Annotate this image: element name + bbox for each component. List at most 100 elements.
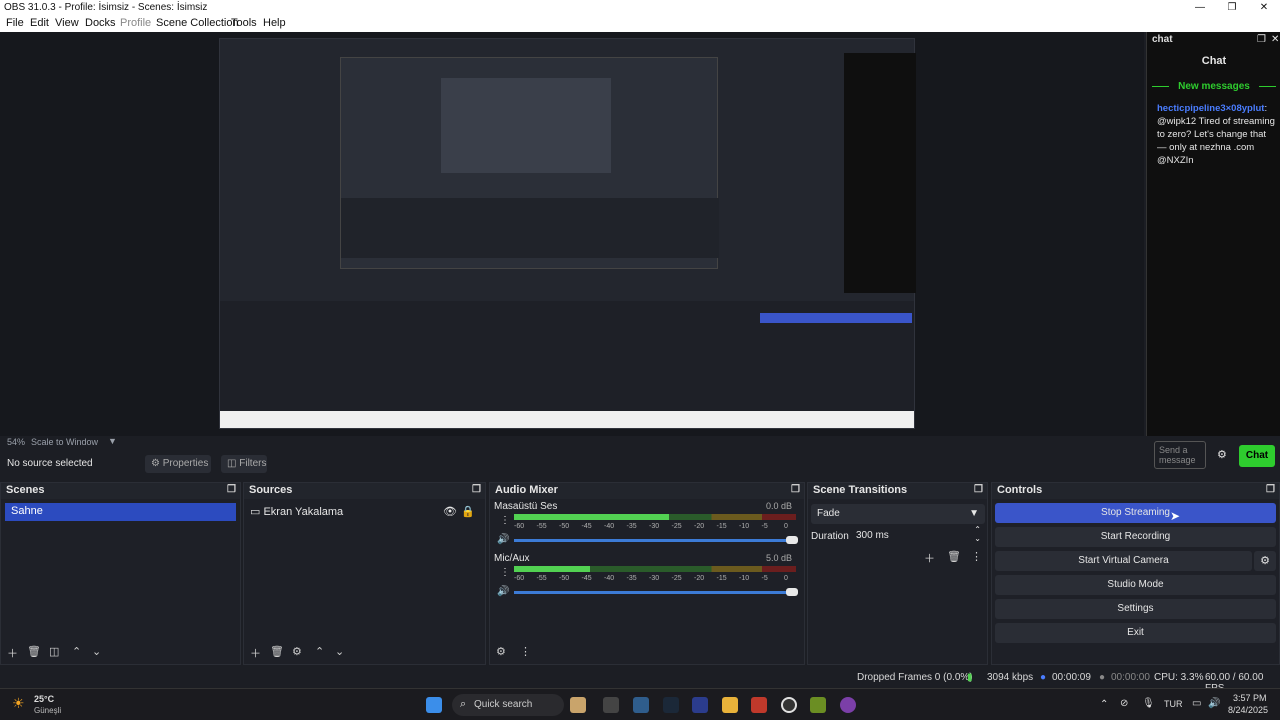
start-recording-button[interactable]: Start Recording — [995, 527, 1276, 547]
trash-icon[interactable]: 🗑 — [270, 645, 284, 658]
chevron-down-icon: ▼ — [969, 508, 979, 519]
chat-button[interactable]: Chat — [1239, 445, 1275, 467]
volume-knob[interactable] — [786, 536, 798, 544]
kebab-menu-icon[interactable]: ⋮ — [500, 515, 510, 526]
add-icon[interactable]: ＋ — [924, 550, 935, 566]
menu-tools[interactable]: Tools — [231, 17, 257, 29]
volume-icon[interactable]: 🔊 — [1208, 698, 1220, 709]
filters-icon: ◫ — [227, 458, 237, 469]
chat-username[interactable]: hecticpipeline3×08yplut — [1157, 103, 1264, 114]
undock-icon[interactable]: ❐ — [227, 484, 236, 495]
close-dock-icon[interactable]: ✕ — [1271, 34, 1279, 45]
controls-header: Controls ❐ — [992, 483, 1279, 499]
maximize-icon[interactable]: ❐ — [1216, 0, 1248, 15]
channel-name: Mic/Aux — [494, 553, 530, 564]
add-icon[interactable]: ＋ — [7, 645, 18, 661]
stepper-icon[interactable]: ⌃ ⌄ — [974, 525, 981, 543]
source-item[interactable]: ▭ Ekran Yakalama 👁 🔒 — [244, 503, 485, 521]
scale-mode[interactable]: Scale to Window — [31, 437, 98, 447]
menu-view[interactable]: View — [55, 17, 79, 29]
app-icon[interactable] — [570, 697, 586, 713]
speaker-icon[interactable]: 🔊 — [497, 534, 509, 545]
volume-slider[interactable] — [514, 539, 796, 542]
add-icon[interactable]: ＋ — [250, 645, 261, 661]
weather-temp: 25°C — [34, 694, 55, 704]
weather-icon[interactable]: ☀ — [12, 695, 25, 712]
kebab-menu-icon[interactable]: ⋮ — [971, 550, 982, 563]
chevron-down-icon[interactable]: ▼ — [108, 436, 117, 446]
undock-icon[interactable]: ❐ — [472, 484, 481, 495]
move-up-icon[interactable]: ⌃ — [315, 645, 324, 658]
obs-icon[interactable] — [781, 697, 797, 713]
filters-button[interactable]: ◫ Filters — [221, 455, 267, 473]
eye-icon[interactable]: 👁 — [443, 505, 457, 518]
chat-message: hecticpipeline3×08yplut: @wipk12 Tired o… — [1157, 103, 1275, 166]
chevron-up-icon[interactable]: ⌃ — [1100, 699, 1108, 710]
windows-start-icon[interactable] — [426, 697, 442, 713]
clock-time[interactable]: 3:57 PM — [1233, 693, 1267, 703]
chat-send-input[interactable]: Send a message — [1154, 441, 1206, 469]
virtual-camera-settings-gear-icon[interactable]: ⚙ — [1254, 551, 1276, 571]
nested-taskbar — [220, 411, 914, 428]
transition-select[interactable]: Fade ▼ — [811, 504, 985, 524]
network-icon[interactable]: ⊘ — [1120, 698, 1128, 709]
menu-profile[interactable]: Profile — [120, 17, 151, 29]
menu-edit[interactable]: Edit — [30, 17, 49, 29]
move-up-icon[interactable]: ⌃ — [72, 645, 81, 658]
taskbar-search[interactable]: ⌕ Quick search — [452, 694, 564, 716]
stop-streaming-button[interactable]: Stop Streaming — [995, 503, 1276, 523]
undock-icon[interactable]: ❐ — [1266, 484, 1275, 495]
settings-button[interactable]: Settings — [995, 599, 1276, 619]
preview-area[interactable] — [0, 32, 1144, 436]
duration-input[interactable]: 300 ms ⌃ ⌄ — [852, 525, 985, 545]
volume-knob[interactable] — [786, 588, 798, 596]
app-icon[interactable] — [751, 697, 767, 713]
trash-icon[interactable]: 🗑 — [27, 645, 41, 658]
volume-slider[interactable] — [514, 591, 796, 594]
kebab-menu-icon[interactable]: ⋮ — [520, 645, 531, 658]
after-effects-icon[interactable] — [692, 697, 708, 713]
trash-icon[interactable]: 🗑 — [947, 550, 961, 563]
mic-icon[interactable]: 🎙 — [1142, 698, 1155, 709]
studio-mode-button[interactable]: Studio Mode — [995, 575, 1276, 595]
steam-icon[interactable] — [663, 697, 679, 713]
exit-button[interactable]: Exit — [995, 623, 1276, 643]
file-explorer-icon[interactable] — [722, 697, 738, 713]
minimize-icon[interactable]: — — [1184, 0, 1216, 15]
scene-item[interactable]: Sahne — [5, 503, 236, 521]
task-view-icon[interactable] — [603, 697, 619, 713]
language-indicator[interactable]: TUR — [1164, 699, 1183, 709]
scene-transitions-panel: Scene Transitions ❐ Fade ▼ Duration 300 … — [807, 482, 988, 665]
move-down-icon[interactable]: ⌄ — [92, 645, 101, 658]
undock-icon[interactable]: ❐ — [791, 484, 800, 495]
scale-row: 54% Scale to Window ▼ — [0, 436, 1144, 448]
filters-label: Filters — [239, 458, 267, 469]
speaker-icon[interactable]: 🔊 — [497, 586, 509, 597]
audio-mixer-header: Audio Mixer ❐ — [490, 483, 804, 499]
properties-button[interactable]: ⚙ Properties — [145, 455, 211, 473]
undock-icon[interactable]: ❐ — [974, 484, 983, 495]
clock-date[interactable]: 8/24/2025 — [1228, 705, 1268, 715]
transition-selected: Fade — [817, 508, 840, 519]
filter-icon[interactable]: ◫ — [49, 645, 59, 658]
menu-docks[interactable]: Docks — [85, 17, 116, 29]
app-icon[interactable] — [633, 697, 649, 713]
menu-scene-collection[interactable]: Scene Collection — [156, 17, 239, 29]
app-icon[interactable] — [840, 697, 856, 713]
lock-icon[interactable]: 🔒 — [461, 505, 475, 518]
properties-label: Properties — [162, 458, 209, 469]
close-icon[interactable]: ✕ — [1248, 0, 1280, 15]
meter-tick-label: -15 — [716, 575, 727, 582]
undock-icon[interactable]: ❐ — [1257, 34, 1266, 45]
move-down-icon[interactable]: ⌄ — [335, 645, 344, 658]
settings-gear-icon[interactable]: ⚙ — [1217, 448, 1227, 461]
app-icon[interactable] — [810, 697, 826, 713]
menu-file[interactable]: File — [6, 17, 24, 29]
menu-help[interactable]: Help — [263, 17, 286, 29]
kebab-menu-icon[interactable]: ⋮ — [500, 567, 510, 578]
start-virtual-camera-button[interactable]: Start Virtual Camera — [995, 551, 1252, 571]
gear-icon[interactable]: ⚙ — [292, 645, 302, 658]
display-icon[interactable]: ▭ — [1192, 698, 1201, 709]
cpu-usage: CPU: 3.3% — [1154, 672, 1204, 683]
gear-icon[interactable]: ⚙ — [496, 645, 506, 658]
